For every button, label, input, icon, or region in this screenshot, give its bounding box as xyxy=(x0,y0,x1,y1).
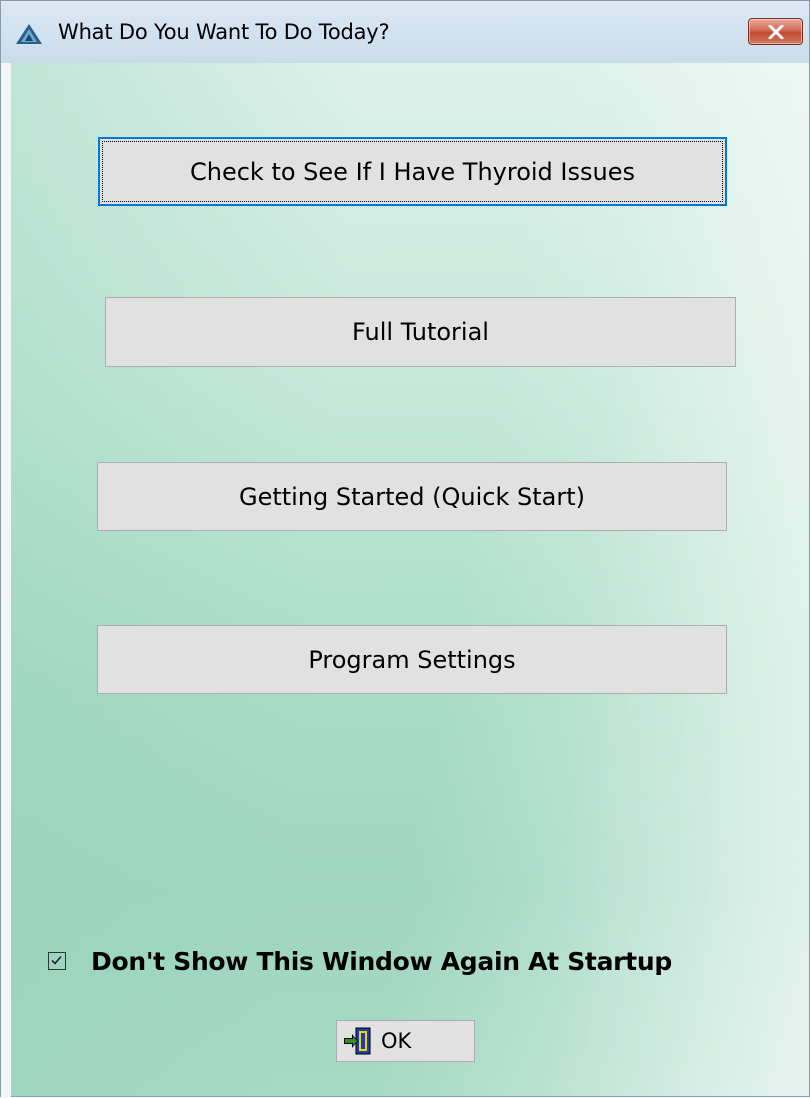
app-triangle-icon xyxy=(16,24,42,44)
close-icon xyxy=(768,25,784,39)
window-frame-edge xyxy=(1,63,11,1098)
program-settings-button[interactable]: Program Settings xyxy=(97,625,727,694)
startup-option-row[interactable]: Don't Show This Window Again At Startup xyxy=(48,945,672,977)
exit-door-icon xyxy=(344,1027,371,1055)
window-title: What Do You Want To Do Today? xyxy=(58,20,390,44)
ok-button[interactable]: OK xyxy=(336,1020,475,1062)
full-tutorial-button[interactable]: Full Tutorial xyxy=(105,297,736,367)
dont-show-checkbox[interactable] xyxy=(48,952,66,970)
check-thyroid-button[interactable]: Check to See If I Have Thyroid Issues xyxy=(98,137,727,206)
dialog-window: What Do You Want To Do Today? Check to S… xyxy=(0,0,810,1098)
title-bar[interactable]: What Do You Want To Do Today? xyxy=(1,1,809,63)
getting-started-button[interactable]: Getting Started (Quick Start) xyxy=(97,462,727,531)
client-area xyxy=(11,63,809,1096)
checkmark-icon xyxy=(51,955,62,965)
close-button[interactable] xyxy=(748,18,803,45)
dont-show-label: Don't Show This Window Again At Startup xyxy=(91,946,672,976)
ok-label: OK xyxy=(381,1029,412,1053)
